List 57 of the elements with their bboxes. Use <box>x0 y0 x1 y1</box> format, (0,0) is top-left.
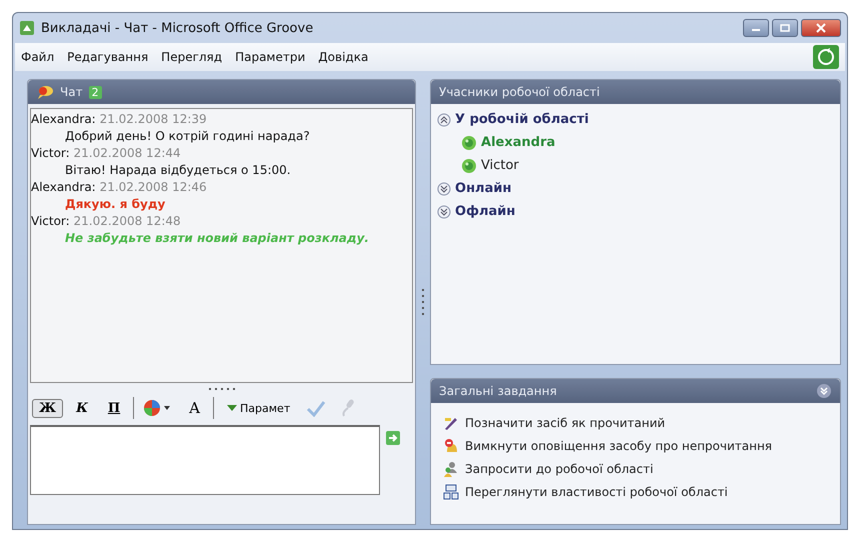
window-title: Викладачі - Чат - Microsoft Office Groove <box>41 20 314 36</box>
maximize-icon <box>780 24 790 32</box>
task-link[interactable]: Позначити засіб як прочитаний <box>465 416 666 430</box>
group-label[interactable]: У робочій області <box>455 112 589 127</box>
maximize-button[interactable] <box>772 19 798 37</box>
menu-item[interactable]: Редагування <box>67 50 148 64</box>
menu-item[interactable]: Файл <box>21 50 54 64</box>
italic-button[interactable]: К <box>69 398 95 418</box>
message-input[interactable] <box>30 425 380 495</box>
people-icon <box>443 460 460 476</box>
menu-item[interactable]: Довідка <box>318 50 368 64</box>
panel-title: Чат <box>60 85 83 99</box>
panel-title: Загальні завдання <box>439 384 557 398</box>
member-name[interactable]: Victor <box>481 158 519 173</box>
message-author: Alexandra: <box>31 180 96 194</box>
collapse-icon[interactable] <box>437 112 452 126</box>
options-button[interactable]: Парамет <box>220 400 298 416</box>
panel-title: Учасники робочої області <box>439 85 600 99</box>
app-icon <box>19 20 35 36</box>
splitter-grip[interactable] <box>208 387 235 391</box>
menu-item[interactable]: Перегляд <box>161 50 222 64</box>
group-label[interactable]: Онлайн <box>455 181 512 196</box>
bell-icon <box>443 438 460 454</box>
sync-icon[interactable] <box>813 45 839 69</box>
menu-item[interactable]: Параметри <box>235 50 306 64</box>
message-text: Добрий день! О котрій годині нарада? <box>64 128 311 145</box>
splitter-grip[interactable] <box>422 289 424 315</box>
expand-icon[interactable] <box>437 204 452 218</box>
online-status-icon <box>461 158 478 174</box>
online-status-icon <box>461 134 478 150</box>
task-link[interactable]: Запросити до робочої області <box>465 462 654 476</box>
bold-button[interactable]: Ж <box>32 398 64 418</box>
message-time: 21.02.2008 12:39 <box>100 112 207 126</box>
member-name[interactable]: Alexandra <box>481 135 556 150</box>
minimize-button[interactable] <box>743 19 769 37</box>
expand-icon[interactable] <box>437 182 452 196</box>
chat-bubble-icon <box>36 85 54 99</box>
task-link[interactable]: Переглянути властивості робочої області <box>465 484 728 498</box>
underline-button[interactable]: П <box>100 398 128 418</box>
task-link[interactable]: Вимкнути оповіщення засобу про непрочитання <box>465 438 772 452</box>
caret-icon <box>227 404 238 412</box>
message-time: 21.02.2008 12:48 <box>74 214 181 228</box>
font-size-button[interactable]: A <box>182 397 208 419</box>
unread-count: 2 <box>88 86 102 98</box>
properties-icon <box>443 484 460 500</box>
message-author: Alexandra: <box>31 112 96 126</box>
message-author: Victor: <box>31 146 70 160</box>
group-label[interactable]: Офлайн <box>455 204 516 219</box>
message-time: 21.02.2008 12:44 <box>74 146 181 160</box>
message-text: Не забудьте взяти новий варіант розкладу. <box>64 230 370 247</box>
message-text: Вітаю! Нарада відбудеться о 15:00. <box>64 162 292 179</box>
message-text: Дякую. я буду <box>64 196 166 213</box>
message-author: Victor: <box>31 214 70 228</box>
collapse-icon[interactable] <box>816 383 832 399</box>
close-icon <box>816 23 826 33</box>
message-time: 21.02.2008 12:46 <box>100 180 207 194</box>
close-button[interactable] <box>801 19 841 37</box>
